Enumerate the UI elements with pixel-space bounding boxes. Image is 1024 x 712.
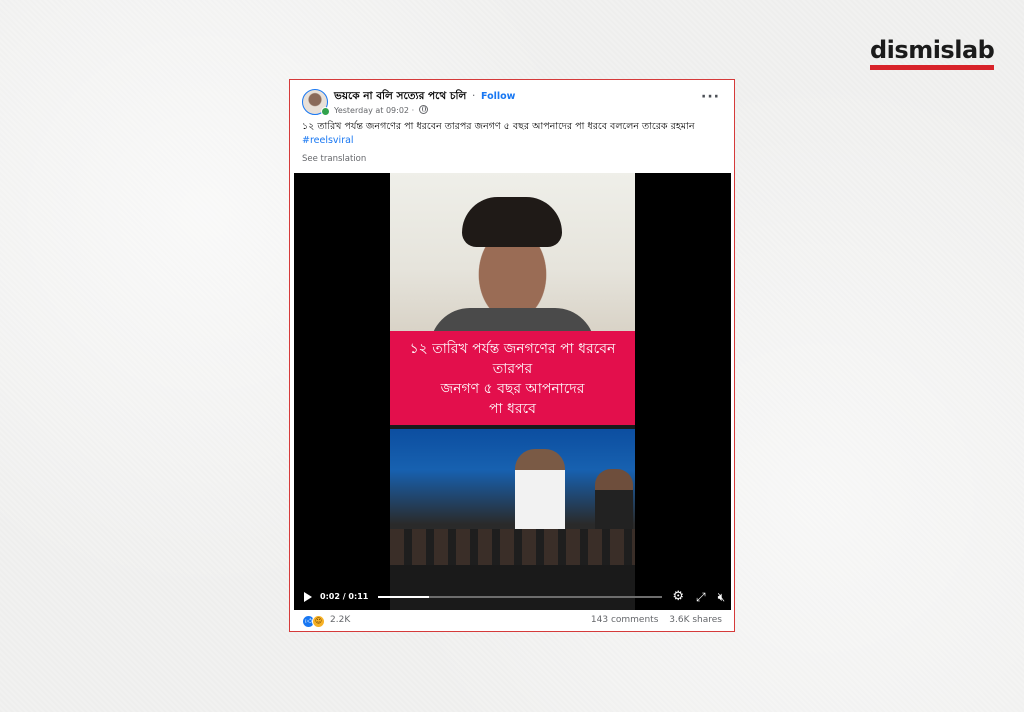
video-progress-fill <box>378 595 430 598</box>
overlay-line: পা ধরবে <box>489 401 536 417</box>
play-icon[interactable] <box>304 591 312 602</box>
post-caption: ১২ তারিখ পর্যন্ত জনগণের পা ধরবেন তারপর জ… <box>302 120 726 148</box>
logo-text: dismislab <box>870 36 995 64</box>
see-translation-link[interactable]: See translation <box>302 154 366 164</box>
mute-icon[interactable]: 🔇︎ <box>718 591 726 603</box>
reaction-count[interactable]: 2.2K <box>330 615 350 625</box>
overlay-line: তারপর <box>492 361 533 377</box>
time-separator: / <box>342 592 346 601</box>
video-controls: 0:02 / 0:11 ⚙ ⤢ 🔇︎ <box>294 583 731 610</box>
dismislab-logo: dismislab <box>870 36 995 70</box>
shares-count[interactable]: 3.6K shares <box>669 615 722 625</box>
online-status-dot <box>321 107 330 116</box>
fullscreen-icon[interactable]: ⤢ <box>696 591 706 603</box>
post-meta: Yesterday at 09:02 · <box>334 105 428 115</box>
hashtag-link[interactable]: #reelsviral <box>302 135 354 146</box>
logo-underline <box>870 65 994 70</box>
speaker-hair <box>462 197 562 247</box>
more-options-icon[interactable]: ··· <box>701 90 720 104</box>
time-total: 0:11 <box>348 592 369 601</box>
rally-crowd <box>390 529 635 565</box>
settings-gear-icon[interactable]: ⚙ <box>672 590 684 603</box>
globe-icon <box>418 105 428 114</box>
post-timestamp[interactable]: Yesterday at 09:02 <box>334 106 409 115</box>
overlay-line: ১২ তারিখ পর্যন্ত জনগণের পা ধরবেন <box>409 341 616 357</box>
facebook-post-card: ভয়কে না বলি সত্যের পথে চলি · Follow Yes… <box>289 79 735 632</box>
overlay-line: জনগণ ৫ বছর আপনাদের <box>440 381 585 397</box>
header-separator: · <box>472 90 476 102</box>
video-frame: ১২ তারিখ পর্যন্ত জনগণের পা ধরবেন তারপর জ… <box>390 173 635 610</box>
video-speaker-scene <box>390 173 635 331</box>
page-name-link[interactable]: ভয়কে না বলি সত্যের পথে চলি <box>334 90 466 102</box>
post-stats: 143 comments 3.6K shares <box>591 615 722 625</box>
video-time: 0:02 / 0:11 <box>320 592 368 601</box>
meta-separator: · <box>411 106 415 115</box>
follow-button[interactable]: Follow <box>481 91 515 102</box>
haha-reaction-icon: ☺ <box>312 615 325 628</box>
video-rally-scene <box>390 429 635 565</box>
time-current: 0:02 <box>320 592 340 601</box>
video-text-overlay: ১২ তারিখ পর্যন্ত জনগণের পা ধরবেন তারপর জ… <box>390 331 635 425</box>
video-player[interactable]: ১২ তারিখ পর্যন্ত জনগণের পা ধরবেন তারপর জ… <box>294 173 731 610</box>
reaction-icons[interactable]: 👍︎ ☺ <box>302 615 325 628</box>
speaker-shirt <box>430 308 595 331</box>
comments-count[interactable]: 143 comments <box>591 615 659 625</box>
caption-text: ১২ তারিখ পর্যন্ত জনগণের পা ধরবেন তারপর জ… <box>302 121 695 132</box>
post-header: ভয়কে না বলি সত্যের পথে চলি · Follow <box>334 89 515 106</box>
video-progress-bar[interactable] <box>378 595 663 598</box>
